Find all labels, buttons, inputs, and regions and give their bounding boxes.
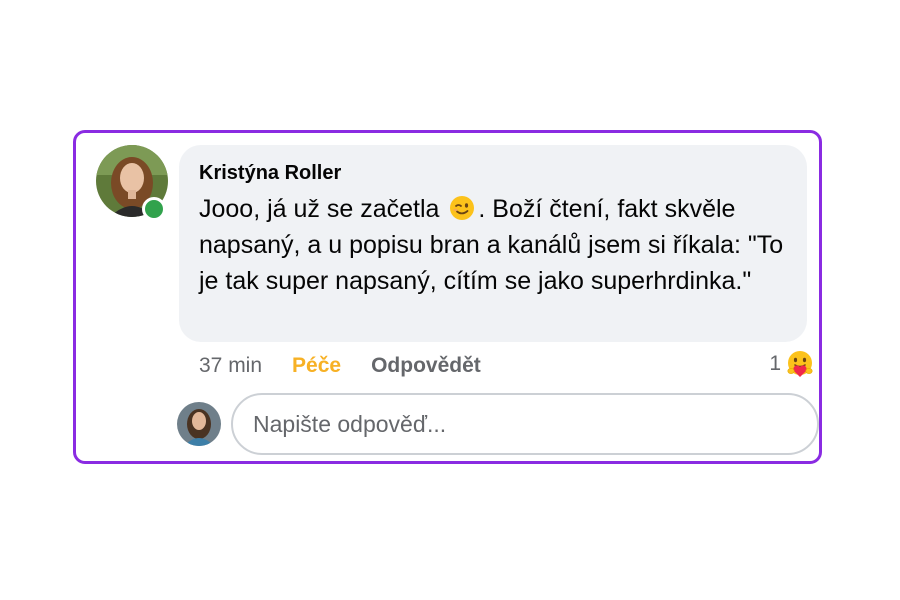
comment-actions: 37 min Péče Odpovědět [199, 351, 481, 381]
current-user-avatar [177, 402, 221, 446]
comment-author[interactable]: Kristýna Roller [199, 160, 787, 186]
comment-card: Kristýna Roller Jooo, já už se začetla .… [73, 130, 822, 464]
reply-button[interactable]: Odpovědět [371, 354, 481, 378]
reaction-summary[interactable]: 1 [769, 349, 815, 379]
comment-text: Jooo, já už se začetla . Boží čtení, fak… [199, 191, 787, 299]
comment-bubble: Kristýna Roller Jooo, já už se začetla .… [179, 145, 807, 342]
care-emoji-icon [787, 351, 813, 377]
care-reaction-button[interactable]: Péče [292, 354, 341, 378]
reaction-count: 1 [769, 352, 781, 375]
comment-timestamp[interactable]: 37 min [199, 354, 262, 378]
winking-face-icon [450, 196, 475, 220]
comment-text-part-1: Jooo, já už se začetla [199, 195, 447, 223]
reply-input[interactable] [231, 393, 819, 455]
online-status-indicator [142, 197, 166, 221]
